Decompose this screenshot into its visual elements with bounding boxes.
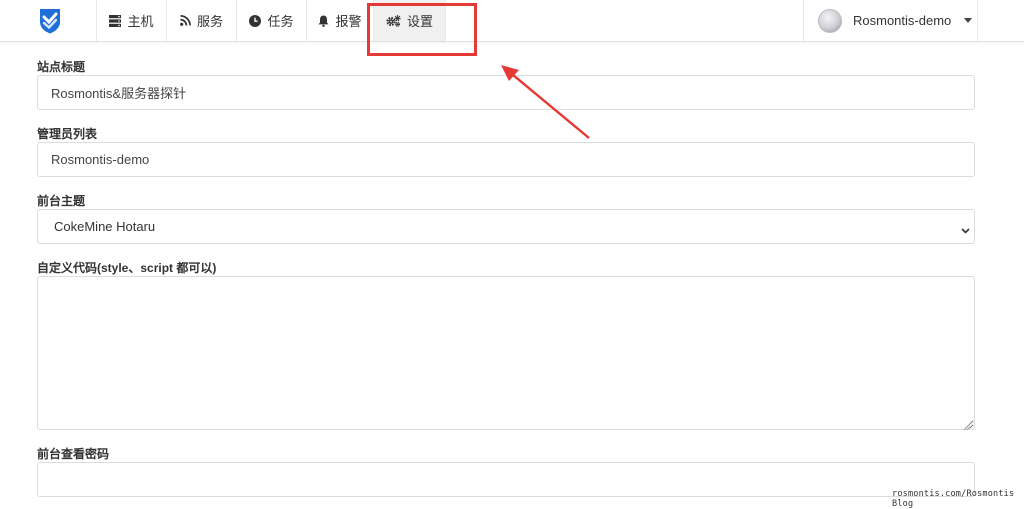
custom-code-label: 自定义代码(style、script 都可以): [37, 261, 217, 275]
site-title-input[interactable]: [37, 75, 975, 110]
view-password-label: 前台查看密码: [37, 447, 110, 461]
resize-grip-icon[interactable]: [963, 418, 971, 436]
nav-alerts-label: 报警: [335, 14, 362, 29]
nav-services[interactable]: 服务: [166, 0, 236, 41]
watermark: rosmontis.com/Rosmontis Blog: [892, 489, 1015, 509]
nav-settings[interactable]: 设置: [373, 0, 446, 41]
nav-tasks[interactable]: 任务: [236, 0, 306, 41]
site-title-label: 站点标题: [37, 60, 86, 74]
view-password-input[interactable]: [37, 462, 975, 497]
nav-services-label: 服务: [196, 14, 223, 29]
shield-check-icon: [40, 8, 60, 33]
custom-code-textarea[interactable]: [37, 276, 975, 430]
top-navbar: 主机 服务 任务 报警 设置 Rosmontis-demo: [0, 0, 1024, 42]
bell-icon: [318, 15, 329, 27]
clock-icon: [249, 14, 262, 27]
admin-list-label: 管理员列表: [37, 127, 98, 141]
nav-settings-label: 设置: [406, 14, 433, 29]
theme-label: 前台主题: [37, 194, 86, 208]
logo[interactable]: [39, 0, 95, 41]
nav-hosts[interactable]: 主机: [96, 0, 166, 41]
cogs-icon: [386, 14, 401, 27]
theme-selected-value: CokeMine Hotaru: [54, 219, 156, 234]
user-menu[interactable]: Rosmontis-demo: [803, 0, 978, 41]
caret-down-icon: [964, 18, 973, 23]
nav-alerts[interactable]: 报警: [306, 0, 373, 41]
avatar: [818, 8, 842, 33]
nav-tasks-label: 任务: [267, 14, 294, 29]
theme-select[interactable]: CokeMine Hotaru: [37, 209, 975, 244]
server-icon: [109, 14, 122, 27]
chevron-down-icon: [961, 222, 970, 237]
user-name: Rosmontis-demo: [853, 13, 952, 28]
rss-icon: [180, 15, 191, 26]
nav-hosts-label: 主机: [127, 14, 154, 29]
admin-list-input[interactable]: [37, 142, 975, 177]
